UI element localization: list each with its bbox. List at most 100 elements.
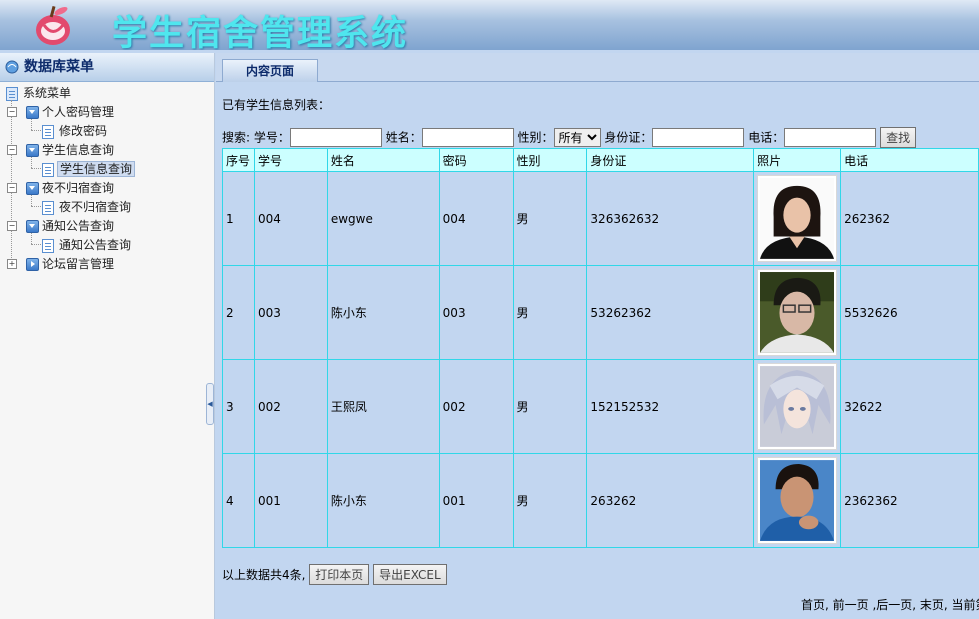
student-photo-young-man[interactable] <box>757 269 838 356</box>
header-id-card: 身份证 <box>586 148 755 172</box>
header-index: 序号 <box>222 148 255 172</box>
menu-item-change-password[interactable]: 修改密码 <box>42 122 107 140</box>
photo-young-man-image <box>760 272 835 353</box>
name-input[interactable] <box>421 128 514 147</box>
tree-line <box>31 195 32 206</box>
folder-open-icon <box>26 182 39 195</box>
search-phone-label: 电话： <box>748 130 785 145</box>
menu-group-label: 论坛留言管理 <box>42 257 115 271</box>
menu-group-student-info[interactable]: − 学生信息查询 <box>6 141 114 159</box>
cell-index: 4 <box>222 453 255 548</box>
table-footer: 以上数据共4条, 打印本页 导出EXCEL <box>222 564 447 586</box>
pagination[interactable]: 首页, 前一页 ,后一页, 末页, 当前第 <box>801 596 979 613</box>
menu-item-notice-query[interactable]: 通知公告查询 <box>42 236 131 254</box>
search-name-label: 姓名： <box>385 130 422 145</box>
menu-group-forum[interactable]: + 论坛留言管理 <box>6 255 114 273</box>
table-row: 4 001 陈小东 001 男 263262 2362362 <box>222 453 979 548</box>
expand-icon[interactable]: + <box>7 259 17 269</box>
search-id-label: 身份证： <box>604 130 653 145</box>
cell-photo <box>753 171 842 266</box>
phone-input[interactable] <box>784 128 877 147</box>
search-gender-label: 性别： <box>517 130 554 145</box>
menu-group-notice[interactable]: − 通知公告查询 <box>6 217 114 235</box>
collapse-icon[interactable]: − <box>7 183 17 193</box>
tree-line <box>31 206 41 207</box>
menu-item-student-info-query[interactable]: 学生信息查询 <box>42 160 136 178</box>
collapse-icon[interactable]: − <box>7 221 17 231</box>
cell-student-no: 001 <box>253 453 328 548</box>
photo-anime-image <box>760 366 835 447</box>
cell-student-no: 004 <box>253 171 328 266</box>
menu-group-label: 个人密码管理 <box>42 105 115 119</box>
cell-name: ewgwe <box>326 171 440 266</box>
sidebar-collapse-handle[interactable]: ◀ <box>206 383 214 425</box>
menu-item-label: 学生信息查询 <box>57 161 136 177</box>
list-title: 已有学生信息列表： <box>222 98 331 112</box>
folder-closed-icon <box>26 258 39 271</box>
student-photo-woman[interactable] <box>757 175 838 262</box>
menu-group-label: 通知公告查询 <box>42 219 115 233</box>
collapse-icon[interactable]: − <box>7 107 17 117</box>
cell-id-card: 263262 <box>586 453 755 548</box>
search-button[interactable]: 查找 <box>880 127 917 148</box>
student-no-input[interactable] <box>289 128 382 147</box>
export-excel-button[interactable]: 导出EXCEL <box>373 564 447 585</box>
gender-select[interactable]: 所有 <box>553 128 601 147</box>
menu-item-night-absence-query[interactable]: 夜不归宿查询 <box>42 198 131 216</box>
cell-phone: 2362362 <box>840 453 979 548</box>
tree-line <box>31 168 41 169</box>
folder-open-icon <box>26 106 39 119</box>
tree-line <box>31 130 41 131</box>
tree-line <box>31 244 41 245</box>
page-icon <box>42 125 54 139</box>
table-row: 3 002 王熙凤 002 男 152152532 32622 <box>222 359 979 454</box>
search-bar: 搜索: 学号： 姓名： 性别： 所有 身份证： 电话： 查找 <box>222 126 917 148</box>
menu-group-night-absence[interactable]: − 夜不归宿查询 <box>6 179 114 197</box>
header-name: 姓名 <box>326 148 440 172</box>
table-row: 1 004 ewgwe 004 男 326362632 262362 <box>222 171 979 266</box>
apple-logo-icon <box>36 5 70 45</box>
sidebar: 数据库菜单 系统菜单 − 个人密码管理 修改密码 − 学生信息查询 学生信息查询… <box>0 53 215 619</box>
menu-group-password[interactable]: − 个人密码管理 <box>6 103 114 121</box>
sidebar-header-label: 数据库菜单 <box>24 59 94 75</box>
sidebar-header: 数据库菜单 <box>0 53 214 82</box>
cell-password: 002 <box>438 359 514 454</box>
cell-name: 王熙凤 <box>326 359 440 454</box>
search-student-no-label: 搜索: 学号： <box>222 130 290 145</box>
print-page-button[interactable]: 打印本页 <box>309 564 370 585</box>
header-password: 密码 <box>438 148 514 172</box>
table-row: 2 003 陈小东 003 男 53262362 5532626 <box>222 265 979 360</box>
cell-id-card: 53262362 <box>586 265 755 360</box>
tree-root[interactable]: 系统菜单 <box>6 84 71 102</box>
cell-student-no: 003 <box>253 265 328 360</box>
cell-photo <box>753 359 842 454</box>
cell-gender: 男 <box>512 453 588 548</box>
cell-name: 陈小东 <box>326 265 440 360</box>
cell-phone: 262362 <box>840 171 979 266</box>
cell-phone: 5532626 <box>840 265 979 360</box>
menu-item-label: 修改密码 <box>59 124 108 138</box>
page-icon <box>42 239 54 253</box>
menu-group-label: 夜不归宿查询 <box>42 181 115 195</box>
app-header: 学生宿舍管理系统 <box>0 0 979 50</box>
page-icon <box>42 201 54 215</box>
header-phone: 电话 <box>840 148 979 172</box>
menu-item-label: 夜不归宿查询 <box>59 200 132 214</box>
cell-student-no: 002 <box>253 359 328 454</box>
cell-photo <box>753 265 842 360</box>
cell-index: 2 <box>222 265 255 360</box>
student-photo-anime[interactable] <box>757 363 838 450</box>
cell-phone: 32622 <box>840 359 979 454</box>
app-title: 学生宿舍管理系统 <box>112 13 409 50</box>
collapse-icon[interactable]: − <box>7 145 17 155</box>
folder-open-icon <box>26 220 39 233</box>
menu-item-label: 通知公告查询 <box>59 238 132 252</box>
tab-bar: 内容页面 <box>216 53 979 82</box>
main-content: 已有学生信息列表： 搜索: 学号： 姓名： 性别： 所有 身份证： 电话： 查找 … <box>216 82 979 619</box>
root-menu-icon <box>6 87 18 101</box>
folder-open-icon <box>26 144 39 157</box>
tab-content-page[interactable]: 内容页面 <box>222 59 318 82</box>
id-card-input[interactable] <box>652 128 745 147</box>
student-photo-man-blue[interactable] <box>757 457 838 544</box>
cell-photo <box>753 453 842 548</box>
